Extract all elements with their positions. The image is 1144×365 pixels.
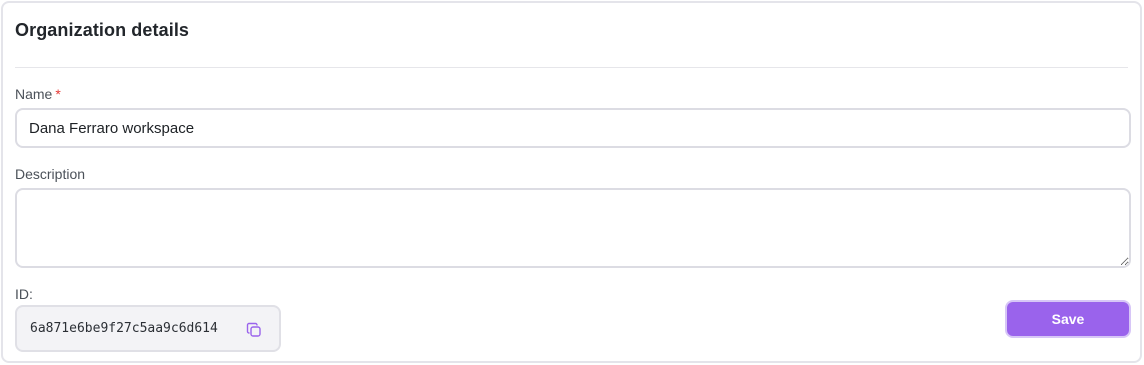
name-label-text: Name: [15, 86, 53, 102]
id-value: 6a871e6be9f27c5aa9c6d614: [30, 321, 218, 336]
divider: [15, 67, 1128, 68]
section-title: Organization details: [15, 20, 190, 40]
name-label: Name *: [15, 86, 61, 102]
required-marker: *: [55, 86, 61, 102]
copy-icon[interactable]: [245, 321, 263, 339]
organization-details-card: Organization details Name* Description I…: [1, 1, 1142, 363]
id-label: ID:: [15, 286, 33, 302]
save-button[interactable]: Save: [1005, 300, 1131, 338]
description-textarea[interactable]: [15, 188, 1131, 268]
description-label: Description: [15, 166, 86, 182]
id-field: 6a871e6be9f27c5aa9c6d614: [15, 305, 281, 352]
name-input[interactable]: [15, 108, 1131, 148]
